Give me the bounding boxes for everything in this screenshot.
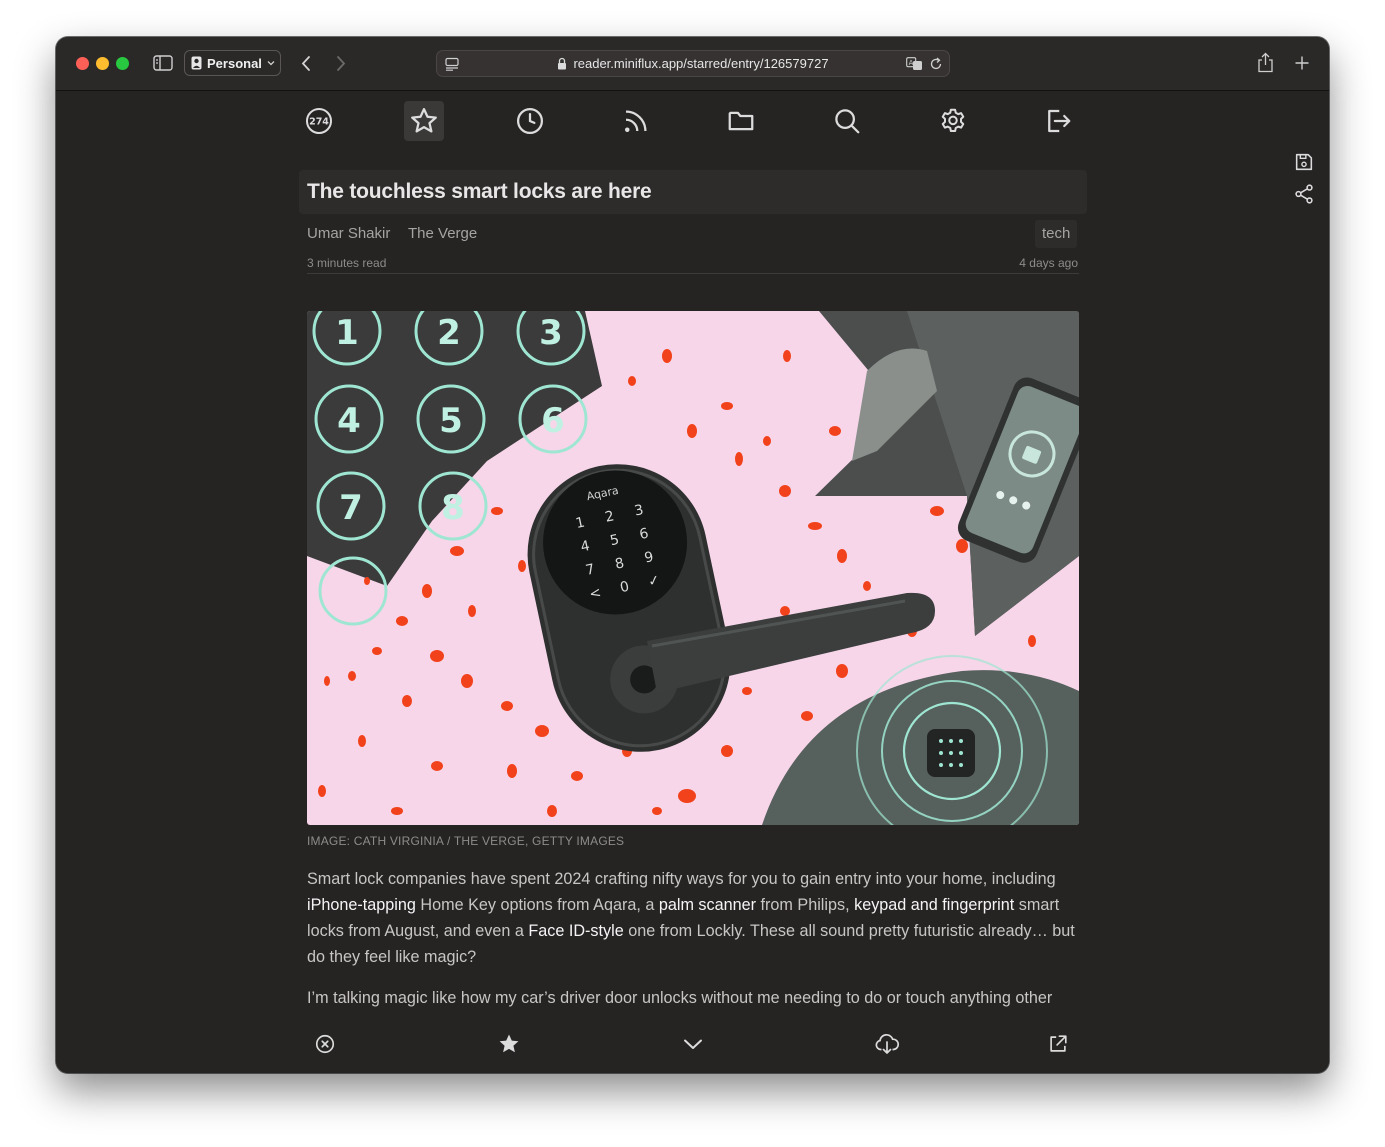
header-divider [307,273,1079,274]
image-keypad-digit: 6 [541,401,565,441]
download-icon [875,1033,900,1054]
reading-time: 3 minutes read [307,256,387,270]
article-paragraph: Smart lock companies have spent 2024 cra… [307,866,1087,970]
nav-categories[interactable] [721,101,761,141]
unstar-button[interactable] [494,1029,524,1059]
published-date: 4 days ago [1019,256,1078,270]
image-keypad-digit: 3 [539,313,563,353]
title-bar: Personal reader.miniflux.app/starred/ent… [56,37,1329,91]
article-paragraph: I’m talking magic like how my car’s driv… [307,989,1053,1007]
open-original-button[interactable] [1043,1029,1073,1059]
reload-icon[interactable] [929,57,943,71]
article-feed-link[interactable]: The Verge [408,225,477,242]
lock-icon [558,57,567,70]
article-link[interactable]: palm scanner [659,896,756,914]
image-keypad-digit: 8 [441,488,465,528]
zoom-window-button[interactable] [116,57,129,70]
profile-badge-icon [191,56,202,70]
chevron-down-icon [267,61,275,66]
translate-icon[interactable]: A [906,57,923,71]
paragraph-text: from Philips, [756,896,855,914]
feeds-icon [625,110,647,132]
article-title-box: The touchless smart locks are here [299,170,1087,214]
browser-window: Personal reader.miniflux.app/starred/ent… [56,37,1329,1073]
nav-settings[interactable] [933,101,973,141]
nav-search[interactable] [827,101,867,141]
article-title[interactable]: The touchless smart locks are here [299,170,1087,214]
search-icon [835,109,860,134]
nav-starred[interactable] [404,101,444,141]
close-window-button[interactable] [76,57,89,70]
url-text: reader.miniflux.app/starred/entry/126579… [573,56,829,71]
logout-icon [1048,109,1071,133]
image-keypad-digit: 5 [439,401,463,441]
external-link-icon [1050,1035,1067,1052]
scroll-down-button[interactable] [678,1029,708,1059]
unread-count: 274 [309,117,329,128]
settings-icon [941,108,965,132]
nav-history[interactable] [510,101,550,141]
star-icon [411,108,437,133]
article-hero-image: 1 2 3 4 5 6 7 8 Aqara 1 2 3 4 5 6 7 8 9 … [307,311,1079,825]
share-icon[interactable] [1292,183,1316,205]
save-icon[interactable] [1292,151,1316,173]
image-keypad-digit: 1 [335,313,359,353]
nav-unread[interactable]: 274 [299,101,339,141]
profile-switcher[interactable]: Personal [184,50,281,76]
forward-arrow-icon[interactable] [335,55,347,72]
article-link[interactable]: Face ID-style [528,922,623,940]
image-caption: IMAGE: CATH VIRGINIA / THE VERGE, GETTY … [307,834,625,848]
image-keypad-digit: 7 [339,488,363,528]
sidebar-toggle-icon[interactable] [153,55,173,71]
mark-unread-button[interactable] [310,1029,340,1059]
mark-unread-icon [315,1034,335,1054]
image-keypad-digit: 2 [437,313,461,353]
nav-feeds[interactable] [616,101,656,141]
article-tag[interactable]: tech [1035,220,1078,248]
back-arrow-icon[interactable] [300,55,312,72]
star-filled-icon [499,1034,519,1053]
unread-counter-icon: 274 [306,108,332,134]
page-menu-icon[interactable] [445,57,459,71]
nav-logout[interactable] [1038,101,1078,141]
fetch-content-button[interactable] [872,1029,902,1059]
new-tab-icon[interactable] [1295,56,1309,70]
article-author: Umar Shakir [307,225,391,242]
profile-label: Personal [207,55,262,71]
address-bar[interactable]: reader.miniflux.app/starred/entry/126579… [436,50,950,77]
paragraph-text: Home Key options from Aqara, a [415,896,659,914]
svg-text:A: A [909,59,914,67]
image-keypad-digit: 4 [337,401,361,441]
paragraph-text: Smart lock companies have spent 2024 cra… [307,870,1056,888]
share-sheet-icon[interactable] [1257,52,1274,73]
history-icon [517,108,543,134]
page-content: 2 7 4 The touchless smart locks are here U… [56,91,1329,1073]
chevron-down-icon [684,1039,702,1049]
minimize-window-button[interactable] [96,57,109,70]
categories-icon [728,111,754,131]
article-link[interactable]: iPhone-tapping [307,896,416,914]
article-link[interactable]: keypad and fingerprint [854,896,1014,914]
